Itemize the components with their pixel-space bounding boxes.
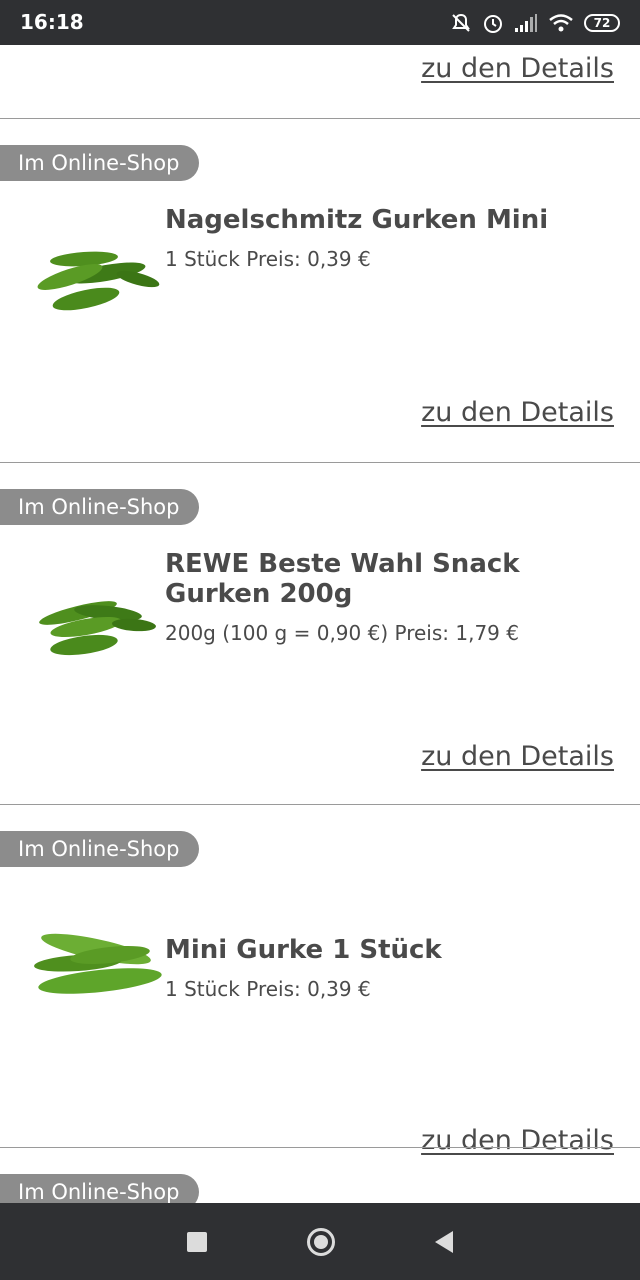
wifi-icon: [549, 14, 573, 32]
product-price: 1 Stück Preis: 0,39 €: [165, 977, 371, 1001]
status-time: 16:18: [20, 10, 84, 34]
home-icon[interactable]: [307, 1227, 335, 1256]
status-bar: 16:18 72: [0, 0, 640, 45]
product-list[interactable]: zu den Details Im Online-Shop Nagelschmi…: [0, 45, 640, 1203]
product-title[interactable]: Nagelschmitz Gurken Mini: [165, 205, 605, 235]
product-title[interactable]: Mini Gurke 1 Stück: [165, 935, 605, 965]
product-card: Im Online-Shop Mini Gurke 1 Stück 1 Stüc…: [0, 805, 640, 1156]
battery-icon: 72: [584, 14, 620, 32]
online-shop-badge: Im Online-Shop: [0, 831, 200, 867]
alarm-icon: [484, 15, 502, 33]
product-price: 1 Stück Preis: 0,39 €: [165, 247, 371, 271]
online-shop-badge: Im Online-Shop: [0, 145, 200, 181]
mute-icon: [452, 13, 470, 32]
product-price: 200g (100 g = 0,90 €) Preis: 1,79 €: [165, 621, 519, 645]
details-link[interactable]: zu den Details: [421, 741, 614, 772]
divider: [0, 1147, 640, 1148]
cucumber-image: [34, 933, 162, 994]
back-icon[interactable]: [435, 1230, 453, 1253]
online-shop-badge: Im Online-Shop: [0, 1174, 200, 1203]
product-card: Im Online-Shop REWE Beste Wahl Snack Gur…: [0, 463, 640, 807]
product-card: Im Online-Shop Nagelschmitz Gurken Mini …: [0, 119, 640, 463]
cucumber-image: [39, 601, 156, 656]
battery-level: 72: [593, 16, 611, 30]
details-link[interactable]: zu den Details: [421, 397, 614, 428]
online-shop-badge: Im Online-Shop: [0, 489, 200, 525]
navigation-bar: [0, 1203, 640, 1280]
details-link[interactable]: zu den Details: [421, 1125, 614, 1156]
details-link[interactable]: zu den Details: [421, 53, 614, 84]
recents-icon[interactable]: [187, 1231, 207, 1252]
product-title[interactable]: REWE Beste Wahl Snack Gurken 200g: [165, 549, 605, 609]
cucumber-image: [37, 251, 160, 311]
status-icons: 72: [450, 10, 620, 36]
signal-icon: [515, 14, 537, 32]
